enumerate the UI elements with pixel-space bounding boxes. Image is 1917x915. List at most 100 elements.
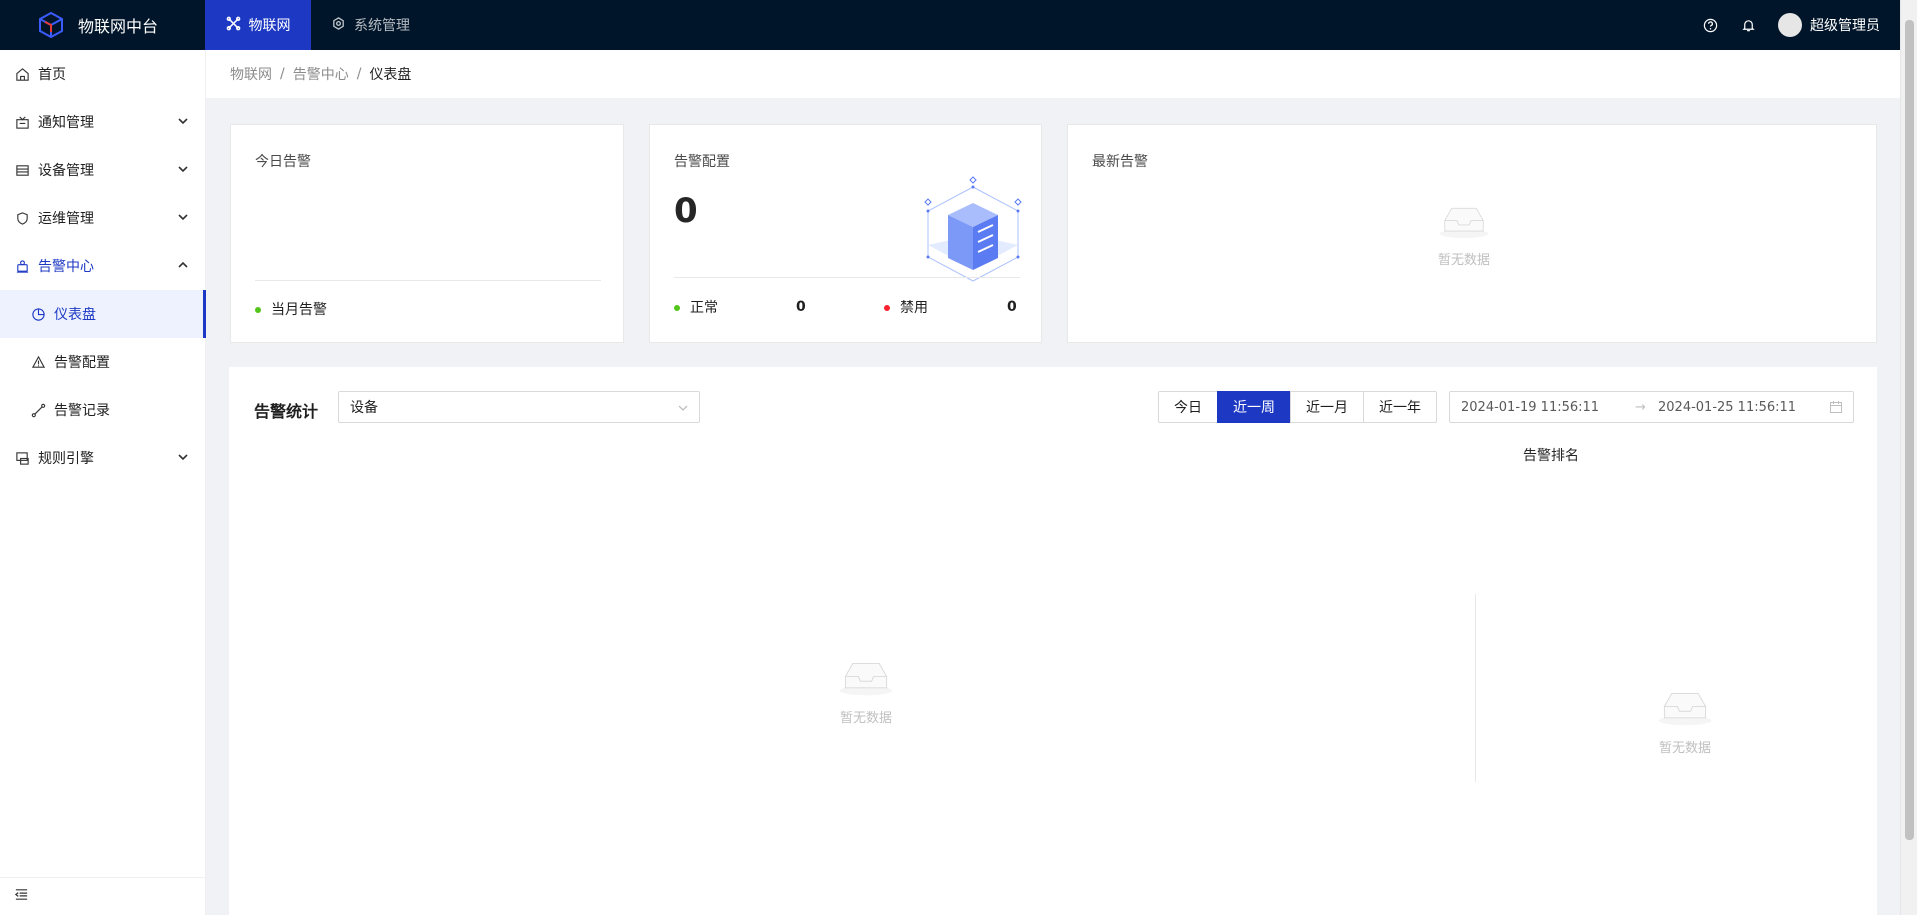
status-dot: [674, 305, 680, 311]
brand[interactable]: 物联网中台: [0, 0, 205, 50]
normal-label: 正常: [690, 300, 718, 316]
help-icon[interactable]: [1702, 17, 1718, 33]
sidebar-item-device[interactable]: 设备管理: [0, 146, 205, 194]
sidebar-item-label: 告警中心: [38, 259, 94, 275]
card-title: 最新告警: [1092, 154, 1148, 170]
range-end-input[interactable]: 2024-01-25 11:56:11: [1658, 400, 1796, 415]
divider: [255, 280, 601, 281]
menu-fold-icon: [14, 887, 29, 906]
sidebar-item-label: 告警配置: [54, 355, 110, 371]
bell-icon[interactable]: [1740, 17, 1756, 33]
sidebar-item-label: 告警记录: [54, 403, 110, 419]
status-dot: [884, 305, 890, 311]
period-switch: 今日 近一周 近一月 近一年: [1158, 391, 1437, 423]
sidebar-item-home[interactable]: 首页: [0, 50, 205, 98]
sidebar-item-label: 仪表盘: [54, 307, 96, 323]
chevron-down-icon: [677, 402, 689, 414]
date-range-picker[interactable]: 2024-01-19 11:56:11 → 2024-01-25 11:56:1…: [1449, 391, 1854, 423]
app-logo-icon: [36, 10, 66, 40]
top-nav: 物联网 系统管理: [205, 0, 430, 50]
record-icon: [30, 402, 46, 418]
tab-system-label: 系统管理: [354, 18, 410, 34]
tab-system[interactable]: 系统管理: [311, 0, 430, 50]
home-icon: [14, 66, 30, 82]
header-actions: 超级管理员: [1702, 0, 1900, 50]
empty-box-icon: [1655, 687, 1715, 731]
alarm-stats-panel: 告警统计 设备 今日 近一周 近一月 近一年 2024-01-19 11:56:…: [229, 367, 1877, 915]
empty-text: 暂无数据: [1658, 741, 1711, 756]
chevron-down-icon: [177, 115, 189, 127]
sidebar-item-dashboard[interactable]: 仪表盘: [0, 290, 206, 338]
avatar: [1778, 13, 1802, 37]
empty-state: 暂无数据: [1436, 203, 1492, 268]
notification-icon: [14, 114, 30, 130]
device-icon: [14, 162, 30, 178]
sidebar-item-label: 通知管理: [38, 115, 94, 131]
stats-target-select[interactable]: 设备: [338, 391, 700, 423]
card-title: 告警配置: [674, 154, 730, 170]
sidebar-item-label: 设备管理: [38, 163, 94, 179]
sidebar-item-alarm-center[interactable]: 告警中心: [0, 242, 205, 290]
page-scrollbar[interactable]: [1900, 0, 1917, 915]
range-arrow: →: [1635, 399, 1646, 415]
tab-iot[interactable]: 物联网: [205, 0, 311, 50]
server-illustration: [918, 175, 1028, 285]
calendar-icon: [1829, 400, 1843, 418]
iot-icon: [226, 16, 241, 35]
warning-icon: [30, 354, 46, 370]
sidebar-item-alarm-config[interactable]: 告警配置: [0, 338, 205, 386]
breadcrumb-item[interactable]: 告警中心: [293, 64, 349, 84]
user-menu[interactable]: 超级管理员: [1778, 13, 1880, 37]
app-title: 物联网中台: [78, 17, 159, 36]
breadcrumb: 物联网 / 告警中心 / 仪表盘: [206, 50, 1900, 98]
ranking-empty-state: 暂无数据: [1655, 687, 1715, 756]
chevron-down-icon: [177, 163, 189, 175]
period-year-button[interactable]: 近一年: [1363, 391, 1437, 423]
disabled-label: 禁用: [900, 300, 928, 316]
period-today-button[interactable]: 今日: [1158, 391, 1218, 423]
stats-title: 告警统计: [254, 402, 319, 421]
chevron-down-icon: [177, 451, 189, 463]
empty-text: 暂无数据: [1437, 253, 1490, 268]
ranking-title: 告警排名: [1523, 448, 1579, 464]
divider: [674, 277, 1020, 278]
today-alarm-card: 今日告警 当月告警: [230, 124, 624, 343]
divider: [1475, 594, 1476, 782]
sidebar-collapse-button[interactable]: [0, 877, 205, 915]
month-alarm-label: 当月告警: [271, 302, 327, 318]
period-month-button[interactable]: 近一月: [1290, 391, 1364, 423]
settings-icon: [331, 16, 346, 35]
card-title: 今日告警: [255, 154, 311, 170]
sidebar-item-rule-engine[interactable]: 规则引擎: [0, 434, 205, 482]
empty-box-icon: [1436, 203, 1492, 243]
latest-alarm-card: 最新告警 暂无数据: [1067, 124, 1877, 343]
top-header: 物联网中台 物联网 系统管理 超级管理员: [0, 0, 1900, 50]
alarm-config-card: 告警配置 0 正常 0 禁用 0: [649, 124, 1042, 343]
period-week-button[interactable]: 近一周: [1217, 391, 1291, 423]
breadcrumb-separator: /: [280, 66, 285, 82]
rule-icon: [14, 450, 30, 466]
empty-box-icon: [836, 657, 896, 701]
chart-empty-state: 暂无数据: [836, 657, 896, 726]
scrollbar-thumb[interactable]: [1905, 20, 1914, 840]
breadcrumb-current: 仪表盘: [369, 67, 412, 83]
sidebar-item-ops[interactable]: 运维管理: [0, 194, 205, 242]
empty-text: 暂无数据: [839, 711, 892, 726]
chevron-down-icon: [177, 211, 189, 223]
breadcrumb-separator: /: [356, 66, 362, 82]
sidebar-item-label: 运维管理: [38, 211, 94, 227]
config-total: 0: [674, 191, 698, 231]
month-alarm-stat: 当月告警: [255, 299, 327, 319]
breadcrumb-item[interactable]: 物联网: [230, 64, 272, 84]
sidebar-item-notification[interactable]: 通知管理: [0, 98, 205, 146]
range-start-input[interactable]: 2024-01-19 11:56:11: [1461, 400, 1599, 415]
user-name: 超级管理员: [1810, 18, 1880, 34]
select-value: 设备: [350, 400, 378, 416]
sidebar-item-alarm-record[interactable]: 告警记录: [0, 386, 205, 434]
alarm-icon: [14, 258, 30, 274]
tab-iot-label: 物联网: [248, 18, 291, 34]
chevron-up-icon: [177, 259, 189, 271]
sidebar-item-label: 首页: [38, 67, 66, 83]
dashboard-icon: [30, 306, 46, 322]
disabled-stat: 禁用: [884, 297, 928, 317]
